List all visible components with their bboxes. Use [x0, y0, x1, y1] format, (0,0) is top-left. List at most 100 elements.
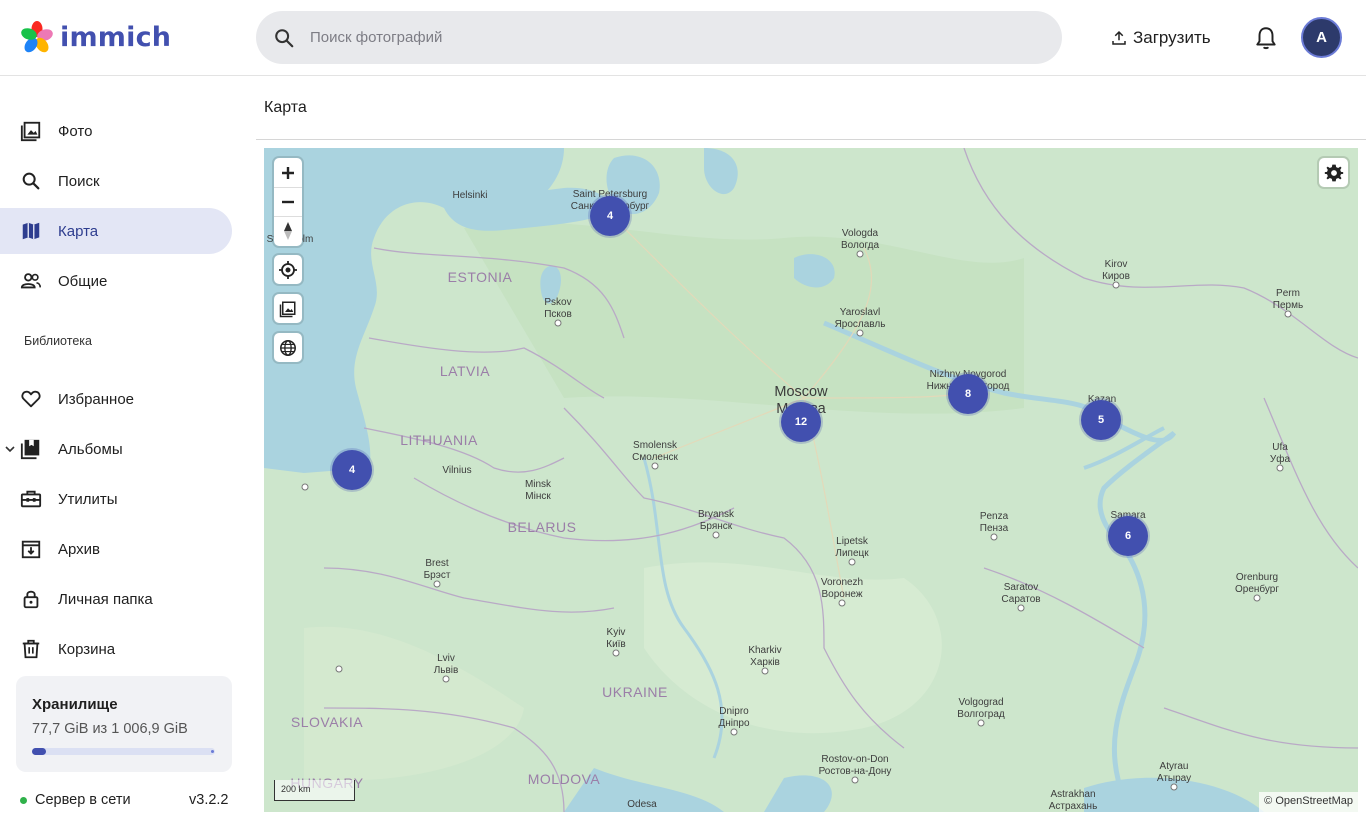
city-label: Lipetsk Липецк: [835, 536, 869, 559]
city-dot: [856, 329, 864, 337]
city-dot: [612, 649, 620, 657]
toolbox-icon: [20, 488, 42, 510]
upload-label: Загрузить: [1133, 28, 1211, 47]
photo-cluster-marker[interactable]: 4: [332, 450, 372, 490]
photo-cluster-marker[interactable]: 8: [948, 374, 988, 414]
city-dot: [856, 250, 864, 258]
city-label: Kirov Киров: [1102, 259, 1130, 282]
library-heading: Библиотека: [24, 334, 92, 348]
city-label: Minsk Мінск: [524, 479, 552, 502]
page-title: Карта: [264, 99, 307, 116]
plus-icon: [282, 166, 294, 179]
sidebar-item-sharing[interactable]: Общие: [0, 258, 232, 304]
server-version[interactable]: v3.2.2: [189, 792, 229, 808]
city-dot: [1253, 594, 1261, 602]
sidebar-item-favorites[interactable]: Избранное: [0, 376, 232, 422]
city-dot: [442, 675, 450, 683]
city-dot: [301, 483, 309, 491]
country-label: BELARUS: [507, 519, 577, 535]
image-icon: [279, 301, 296, 317]
city-dot: [761, 667, 769, 675]
city-dot: [1284, 310, 1292, 318]
sidebar-item-map[interactable]: Карта: [0, 208, 232, 254]
sidebar-item-label: Поиск: [58, 172, 100, 190]
city-label: Helsinki: [452, 190, 488, 201]
zoom-controls: [274, 158, 302, 246]
storage-bar-fill: [32, 748, 46, 755]
photos-toggle-button[interactable]: [274, 294, 302, 323]
city-dot: [851, 776, 859, 784]
city-label: Voronezh Воронеж: [820, 577, 864, 600]
city-dot: [1276, 464, 1284, 472]
storage-panel: Хранилище 77,7 GiB из 1 006,9 GiB: [16, 676, 232, 772]
zoom-out-button[interactable]: [274, 187, 302, 216]
city-dot: [651, 462, 659, 470]
city-label: Dnipro Дніпро: [718, 706, 750, 729]
city-label: Brest Брэст: [423, 558, 451, 581]
city-label: Yaroslavl Ярославль: [834, 307, 886, 330]
photo-cluster-marker[interactable]: 12: [781, 402, 821, 442]
city-dot: [1112, 281, 1120, 289]
map-icon: [20, 220, 42, 242]
divider: [256, 139, 1366, 140]
country-label: LATVIA: [439, 363, 491, 379]
geolocate-button[interactable]: [274, 255, 302, 284]
photo-cluster-marker[interactable]: 6: [1108, 516, 1148, 556]
search-icon: [20, 170, 42, 192]
map-settings-button[interactable]: [1319, 158, 1348, 187]
zoom-in-button[interactable]: [274, 158, 302, 187]
sidebar: Фото Поиск Карта Общие Библиотека Избран…: [0, 76, 246, 820]
search-bar[interactable]: [256, 11, 1062, 64]
reset-bearing-button[interactable]: [274, 216, 302, 245]
sidebar-item-label: Альбомы: [58, 440, 123, 458]
storage-bar-end: [211, 750, 214, 753]
city-label: Penza Пенза: [979, 511, 1009, 534]
online-indicator: [20, 796, 27, 804]
city-label: Ufa Уфа: [1269, 442, 1291, 465]
city-dot: [730, 728, 738, 736]
photo-cluster-marker[interactable]: 4: [590, 196, 630, 236]
map-base-layer: [264, 148, 1358, 812]
map-attribution[interactable]: © OpenStreetMap: [1259, 792, 1358, 812]
globe-button[interactable]: [274, 333, 302, 362]
immich-logo[interactable]: immich: [20, 20, 171, 54]
upload-button[interactable]: Загрузить: [1110, 22, 1211, 54]
globe-icon: [280, 339, 296, 356]
search-input[interactable]: [310, 29, 1010, 46]
sidebar-item-search[interactable]: Поиск: [0, 158, 232, 204]
compass-icon: [284, 221, 292, 240]
search-icon: [275, 28, 294, 47]
heart-icon: [20, 388, 42, 410]
chevron-down-icon[interactable]: [4, 443, 16, 455]
country-label: LITHUANIA: [400, 432, 478, 448]
city-label: Bryansk Брянск: [697, 509, 735, 532]
sidebar-item-label: Архив: [58, 540, 101, 558]
sidebar-item-locked-folder[interactable]: Личная папка: [0, 576, 232, 622]
map-view[interactable]: ESTONIA LATVIA LITHUANIA BELARUS UKRAINE…: [264, 148, 1358, 812]
sidebar-item-label: Общие: [58, 272, 108, 290]
sidebar-item-archive[interactable]: Архив: [0, 526, 232, 572]
photo-cluster-marker[interactable]: 5: [1081, 400, 1121, 440]
storage-usage: 77,7 GiB из 1 006,9 GiB: [32, 721, 188, 737]
sidebar-item-utilities[interactable]: Утилиты: [0, 476, 232, 522]
people-icon: [20, 270, 42, 292]
bell-icon[interactable]: [1253, 25, 1279, 51]
sidebar-item-label: Утилиты: [58, 490, 118, 508]
sidebar-item-albums[interactable]: Альбомы: [0, 426, 232, 472]
country-label: MOLDOVA: [527, 771, 601, 787]
city-label: Odesa: [627, 799, 657, 810]
country-label: SLOVAKIA: [290, 714, 364, 730]
user-avatar[interactable]: A: [1301, 17, 1342, 58]
trash-icon: [20, 638, 42, 660]
app-name: immich: [60, 21, 172, 53]
upload-icon: [1112, 30, 1126, 45]
map-scale: 200 km: [274, 780, 355, 801]
city-dot: [990, 533, 998, 541]
sidebar-item-photos[interactable]: Фото: [0, 108, 232, 154]
sidebar-item-trash[interactable]: Корзина: [0, 626, 232, 672]
city-label: Vilnius: [442, 465, 472, 476]
city-label: Atyrau Атырау: [1156, 761, 1192, 784]
locate-icon: [279, 260, 297, 279]
country-label: UKRAINE: [602, 684, 668, 700]
gear-icon: [1324, 164, 1343, 181]
